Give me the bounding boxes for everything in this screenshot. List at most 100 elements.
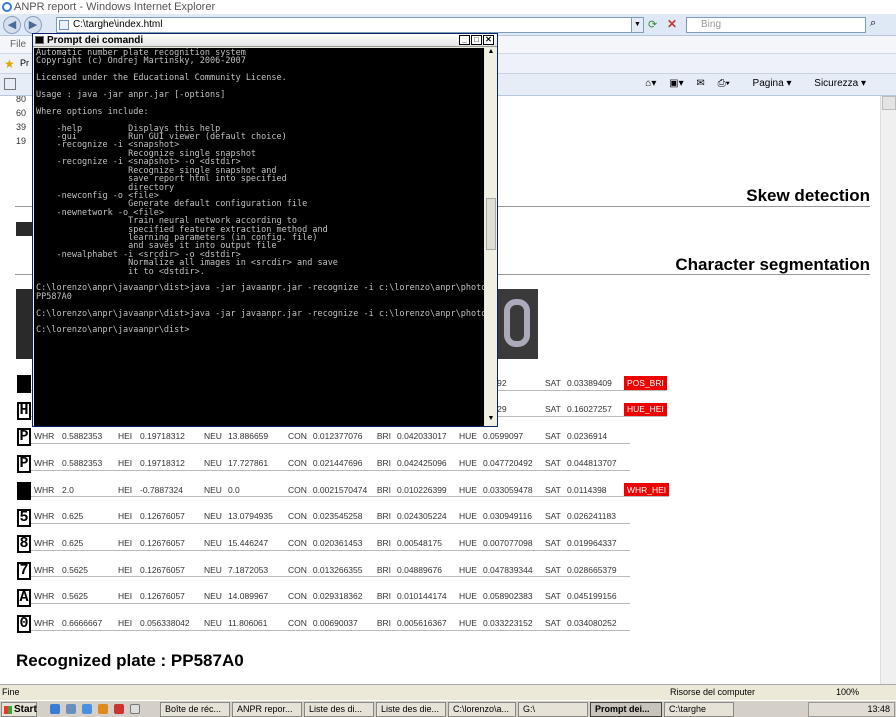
table-row: 0 WHR 0.6666667 HEI 0.056338042 NEU 11.806061 C… (15, 612, 675, 639)
value-neu: 11.806061 (224, 616, 285, 631)
refresh-icon[interactable]: ⟳ (648, 18, 660, 31)
value-neu: 17.727861 (224, 456, 285, 471)
value-sat: 0.0114398 (563, 482, 624, 498)
page-menu[interactable]: Pagina ▾ (743, 78, 792, 89)
label-bri: BRI (373, 562, 395, 578)
scroll-down-icon[interactable]: ▼ (486, 415, 496, 425)
scroll-up-icon[interactable]: ▲ (486, 48, 496, 58)
feeds-icon[interactable]: ▣▾ (669, 78, 683, 89)
label-whr: WHR (31, 456, 59, 471)
search-input[interactable]: Bing (686, 17, 866, 33)
terminal-output[interactable]: Automatic number plate recognition syste… (34, 48, 484, 426)
print-icon[interactable]: ⎙▾ (718, 78, 730, 89)
value-whr: 0.625 (59, 536, 115, 551)
quick-tabs-icon[interactable] (4, 78, 16, 90)
char-image: 5 (17, 508, 31, 527)
label-hei: HEI (115, 429, 137, 444)
value-con: 0.029318362 (309, 589, 374, 605)
label-whr: WHR (31, 562, 59, 578)
maximize-button[interactable]: □ (471, 35, 482, 45)
favorites-label[interactable]: Pr (20, 58, 29, 68)
label-neu: NEU (201, 456, 225, 471)
table-row: P WHR 0.5882353 HEI 0.19718312 NEU 17.727861 CO… (15, 452, 675, 479)
home-icon[interactable]: ⌂▾ (645, 78, 656, 89)
value-sat: 0.0236914 (563, 429, 624, 444)
value-bri: 0.00548175 (394, 536, 457, 551)
command-prompt-window[interactable]: Prompt dei comandi _ □ ✕ Automatic numbe… (32, 33, 498, 427)
taskbar-button[interactable]: Boîte de réc... (160, 702, 230, 717)
taskbar-button[interactable]: Prompt dei... (590, 702, 662, 717)
quicklaunch-icon[interactable] (114, 704, 124, 714)
label-bri: BRI (373, 509, 395, 524)
value-whr: 0.625 (59, 509, 115, 524)
page-scrollbar[interactable] (880, 96, 896, 684)
quicklaunch-ie-icon[interactable] (50, 704, 60, 714)
page-icon (59, 20, 69, 30)
zone-text: Risorse del computer (670, 687, 756, 697)
quicklaunch-icon[interactable] (66, 704, 76, 714)
value-con: 0.0021570474 (309, 482, 374, 498)
char-image: P (17, 455, 31, 474)
zoom-level[interactable]: 100% (836, 685, 859, 699)
value-hei: 0.12676057 (137, 509, 201, 524)
value-whr: 2.0 (59, 482, 115, 498)
search-icon[interactable]: ⌕ (870, 17, 876, 30)
mail-icon[interactable]: ✉ (696, 78, 704, 89)
segmentation-heading: Character segmentation (675, 255, 870, 274)
value-hue: 0.0599097 (479, 429, 542, 444)
quicklaunch-icon[interactable] (130, 704, 140, 714)
flag-badge: WHR_HEI (623, 482, 670, 498)
label-hei: HEI (115, 616, 137, 631)
cmd-icon (35, 36, 44, 44)
stop-icon[interactable]: ✕ (667, 17, 679, 31)
back-button[interactable]: ◀ (3, 16, 21, 34)
quicklaunch-icon[interactable] (82, 704, 92, 714)
value-whr: 0.5625 (59, 562, 115, 578)
taskbar-button[interactable]: Liste des di... (304, 702, 374, 717)
windows-logo-icon (4, 706, 12, 714)
terminal-scroll-thumb[interactable] (486, 198, 496, 250)
label-bri: BRI (373, 616, 395, 631)
taskbar-button[interactable]: C:\targhe (664, 702, 734, 717)
table-row: 8 WHR 0.625 HEI 0.12676057 NEU 15.446247 CON 0.0… (15, 532, 675, 559)
taskbar-button[interactable]: ANPR repor... (232, 702, 302, 717)
cmd-titlebar[interactable]: Prompt dei comandi _ □ ✕ (33, 34, 497, 47)
start-button[interactable]: Start (1, 702, 37, 717)
label-sat: SAT (541, 429, 564, 444)
value-con: 0.023545258 (309, 509, 374, 524)
label-hei: HEI (115, 562, 137, 578)
address-dropdown-icon[interactable]: ▼ (631, 18, 643, 32)
close-button[interactable]: ✕ (483, 35, 494, 45)
label-hue: HUE (456, 616, 480, 631)
table-row: P WHR 0.5882353 HEI 0.19718312 NEU 13.886659 CO… (15, 425, 675, 452)
value-sat: 0.044813707 (563, 456, 624, 471)
terminal-scrollbar[interactable]: ▲ ▼ (485, 48, 497, 426)
taskbar-button[interactable]: Liste des die... (376, 702, 446, 717)
value-bri: 0.024305224 (394, 509, 457, 524)
value-sat: 0.045199156 (563, 589, 624, 605)
menu-file[interactable]: File (10, 39, 26, 50)
safety-menu[interactable]: Sicurezza ▾ (804, 78, 866, 89)
label-hue: HUE (456, 482, 480, 498)
scrollbar-thumb[interactable] (882, 96, 896, 110)
favorites-star-icon[interactable]: ★ (4, 57, 15, 71)
minimize-button[interactable]: _ (459, 35, 470, 45)
quicklaunch-firefox-icon[interactable] (98, 704, 108, 714)
address-input[interactable]: C:\targhe\index.html ▼ (56, 17, 644, 33)
taskbar-button[interactable]: G:\ (518, 702, 588, 717)
label-hei: HEI (115, 509, 137, 524)
forward-button[interactable]: ▶ (24, 16, 42, 34)
recognized-plate: Recognized plate : PP587A0 (16, 651, 244, 670)
value-hue: 0.033059478 (479, 482, 542, 498)
label-neu: NEU (201, 509, 225, 524)
system-tray: 13:48 (808, 702, 895, 717)
taskbar-button[interactable]: C:\lorenzo\a... (448, 702, 516, 717)
flag-badge: POS_BRI (623, 376, 667, 391)
label-sat: SAT (541, 562, 564, 578)
label-bri: BRI (373, 536, 395, 551)
value-sat: 0.028665379 (563, 562, 624, 578)
value-neu: 0.0 (224, 482, 285, 498)
value-hei: -0.7887324 (137, 482, 201, 498)
label-hue: HUE (456, 429, 480, 444)
label-sat: SAT (541, 589, 564, 605)
